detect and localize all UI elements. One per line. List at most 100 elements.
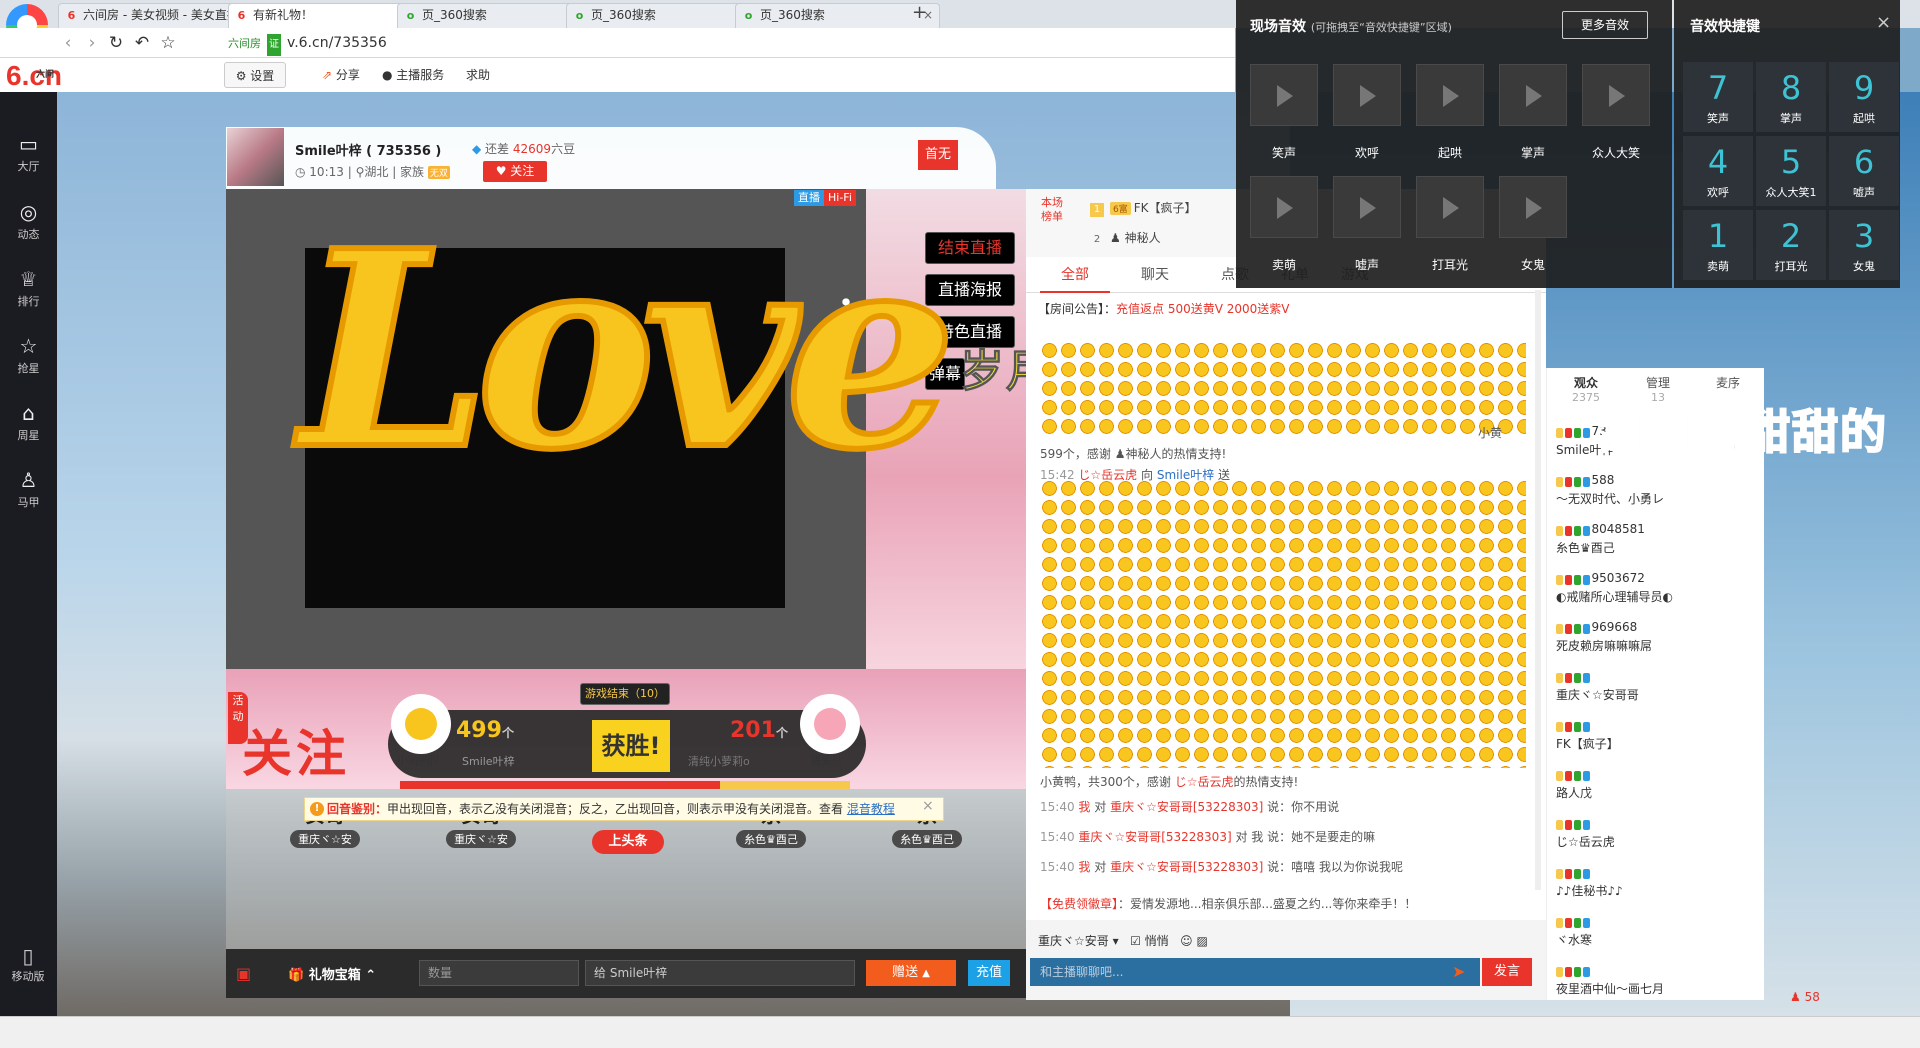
audience-row[interactable]: ♪♪佳秘书♪♪ bbox=[1556, 865, 1756, 899]
new-tab-button[interactable]: + bbox=[912, 2, 927, 23]
sfx-play-button[interactable] bbox=[1416, 176, 1484, 238]
headline-button[interactable]: 上头条 bbox=[592, 830, 664, 854]
family-badge[interactable]: 无双 bbox=[427, 166, 450, 179]
sidebar-item-rank[interactable]: ♕ 排行 bbox=[0, 259, 57, 313]
forward-icon[interactable]: › bbox=[80, 31, 104, 55]
hotkey-slot[interactable]: 5 众人大笑1 bbox=[1756, 136, 1826, 206]
sidebar-item-star[interactable]: ☆ 抢星 bbox=[0, 326, 57, 380]
hotkey-label: 起哄 bbox=[1853, 112, 1875, 125]
sfx-play-button[interactable] bbox=[1250, 176, 1318, 238]
paper-plane-icon[interactable]: ➤ bbox=[1452, 962, 1465, 981]
promo-prefix[interactable]: 【免费领徽章】 bbox=[1040, 897, 1118, 911]
audience-row[interactable]: 路人戊 bbox=[1556, 767, 1756, 801]
share-button[interactable]: ⇗ 分享 bbox=[322, 62, 360, 88]
msg-id: [53228303] bbox=[1161, 830, 1232, 844]
sidebar-item-weekly[interactable]: ⌂ 周星 bbox=[0, 393, 57, 447]
close-icon[interactable]: × bbox=[1876, 12, 1891, 33]
msg-from[interactable]: 重庆ヾ☆安哥哥 bbox=[1078, 830, 1161, 844]
site-logo[interactable]: 6.cn六间房 bbox=[6, 62, 62, 108]
notice-text: 充值返点 500送黄V 2000送紫V bbox=[1116, 302, 1290, 316]
chat-scrollbar[interactable] bbox=[1535, 290, 1541, 890]
top-flag-badge[interactable]: 首无 bbox=[918, 140, 958, 170]
sfx-play-button[interactable] bbox=[1499, 176, 1567, 238]
audience-row[interactable]: 588 〜无双时代、小勇レ bbox=[1556, 473, 1756, 507]
mobile-version-button[interactable]: ▯ 移动版 bbox=[8, 944, 48, 994]
image-icon[interactable]: ▨ bbox=[1196, 934, 1207, 948]
audience-row[interactable]: FK【疯子】 bbox=[1556, 718, 1756, 752]
sfx-play-button[interactable] bbox=[1499, 64, 1567, 126]
audience-row[interactable]: 重庆ヾ☆安哥哥 bbox=[1556, 669, 1756, 703]
settings-button[interactable]: ⚙ 设置 bbox=[224, 62, 286, 88]
tab-favicon: o bbox=[406, 9, 415, 22]
mix-tutorial-link[interactable]: 混音教程 bbox=[847, 802, 895, 816]
sidebar-item-label: 抢星 bbox=[17, 362, 40, 375]
audience-row[interactable]: じ☆岳云虎 bbox=[1556, 816, 1756, 850]
msg-to[interactable]: 重庆ヾ☆安哥哥 bbox=[1110, 860, 1193, 874]
sidebar-item-hall[interactable]: ▭ 大厅 bbox=[0, 124, 57, 178]
hotkey-slot[interactable]: 8 掌声 bbox=[1756, 62, 1826, 132]
anchor-meta: ◷ 10:13 | ⚲湖北 | 家族 无双 bbox=[295, 165, 450, 179]
gift-box-button[interactable]: 🎁 礼物宝箱 ⌃ bbox=[288, 964, 376, 983]
badge-icon bbox=[1556, 575, 1563, 585]
warning-title: 回音鉴别： bbox=[327, 802, 388, 816]
duck-team-icon bbox=[391, 694, 451, 754]
sfx-play-button[interactable] bbox=[1416, 64, 1484, 126]
hotkey-slot[interactable]: 3 女鬼 bbox=[1829, 210, 1899, 280]
send-gift-button[interactable]: 赠送 ▲ bbox=[866, 960, 956, 986]
sidebar-item-vest[interactable]: ♙ 马甲 bbox=[0, 460, 57, 514]
anchor-avatar[interactable] bbox=[227, 128, 284, 186]
undo-icon[interactable]: ↶ bbox=[130, 31, 154, 55]
hotkey-slot[interactable]: 1 卖萌 bbox=[1683, 210, 1753, 280]
chat-send-button[interactable]: 发言 bbox=[1482, 958, 1532, 986]
audience-row[interactable]: 夜里酒中仙～画七月 bbox=[1556, 963, 1756, 997]
hotkey-slot[interactable]: 6 嘘声 bbox=[1829, 136, 1899, 206]
badge-icon bbox=[1582, 771, 1590, 781]
tab-4[interactable]: o 页_360搜索 × bbox=[735, 3, 940, 28]
badge-icon bbox=[1582, 428, 1590, 438]
hot-activity-tab[interactable]: 活动 bbox=[228, 692, 248, 744]
sfx-play-button[interactable] bbox=[1250, 64, 1318, 126]
sfx-play-button[interactable] bbox=[1333, 64, 1401, 126]
url-field[interactable]: 六间房证 v.6.cn/735356 bbox=[228, 32, 1228, 56]
recharge-button[interactable]: 充值 bbox=[968, 960, 1010, 986]
rank-row-1[interactable]: 1 6富 FK【疯子】 bbox=[1090, 199, 1197, 217]
audience-row[interactable]: 8048581 糸色♛酉己 bbox=[1556, 522, 1756, 556]
thanks-user[interactable]: じ☆岳云虎 bbox=[1175, 775, 1234, 789]
hotkey-slot[interactable]: 7 笑声 bbox=[1683, 62, 1753, 132]
hotkey-slot[interactable]: 2 打耳光 bbox=[1756, 210, 1826, 280]
whisper-checkbox[interactable]: ☑ bbox=[1130, 934, 1141, 948]
help-link[interactable]: 求助 bbox=[466, 62, 490, 88]
audience-row[interactable]: 969668 死皮赖房嘛嘛嘛屌 bbox=[1556, 620, 1756, 654]
gift-quantity-input[interactable]: 数量 bbox=[419, 960, 579, 986]
follow-button[interactable]: ♥ 关注 bbox=[483, 161, 547, 182]
audience-row[interactable]: 9503672 ◐戒赌所心理辅导员◐ bbox=[1556, 571, 1756, 605]
back-icon[interactable]: ‹ bbox=[56, 31, 80, 55]
emoji-icon[interactable]: ☺ bbox=[1180, 934, 1193, 948]
audience-row[interactable]: ヾ水寒 bbox=[1556, 914, 1756, 948]
hotkey-slot[interactable]: 4 欢呼 bbox=[1683, 136, 1753, 206]
follow-label: 关注 bbox=[510, 164, 535, 178]
more-sfx-button[interactable]: 更多音效 bbox=[1562, 11, 1648, 39]
tab-mic-queue[interactable]: 麦序 bbox=[1692, 374, 1764, 391]
bag-icon: ⌂ bbox=[22, 401, 35, 425]
viewer-count[interactable]: ♟ 58 bbox=[1790, 990, 1820, 1004]
bookmark-star-icon[interactable]: ☆ bbox=[156, 31, 180, 55]
gift-history-icon[interactable]: ▣ bbox=[236, 964, 251, 983]
thanks-user[interactable]: 神秘人 bbox=[1126, 447, 1162, 461]
msg-to[interactable]: 重庆ヾ☆安哥哥 bbox=[1110, 800, 1193, 814]
sfx-play-button[interactable] bbox=[1582, 64, 1650, 126]
hotkey-slot[interactable]: 9 起哄 bbox=[1829, 62, 1899, 132]
whisper-label: 悄悄 bbox=[1144, 934, 1169, 948]
chat-target[interactable]: 重庆ヾ☆安哥 ▾ ☑ 悄悄 ☺ ▨ bbox=[1038, 932, 1208, 949]
tab-all[interactable]: 全部 bbox=[1040, 257, 1110, 293]
rank-row-2[interactable]: 2 ♟ 神秘人 bbox=[1090, 229, 1161, 247]
tab-chat[interactable]: 聊天 bbox=[1120, 257, 1190, 293]
anchor-service-button[interactable]: ● 主播服务 bbox=[382, 62, 444, 88]
reload-icon[interactable]: ↻ bbox=[104, 31, 128, 55]
sfx-play-button[interactable] bbox=[1333, 176, 1401, 238]
sidebar-item-feed[interactable]: ◎ 动态 bbox=[0, 192, 57, 246]
gift-recipient-select[interactable]: 给 Smile叶梓 bbox=[585, 960, 855, 986]
chat-input[interactable]: 和主播聊聊吧... bbox=[1030, 958, 1480, 986]
warning-close-icon[interactable]: × bbox=[922, 798, 934, 814]
msg-time: 15:40 bbox=[1040, 860, 1075, 874]
